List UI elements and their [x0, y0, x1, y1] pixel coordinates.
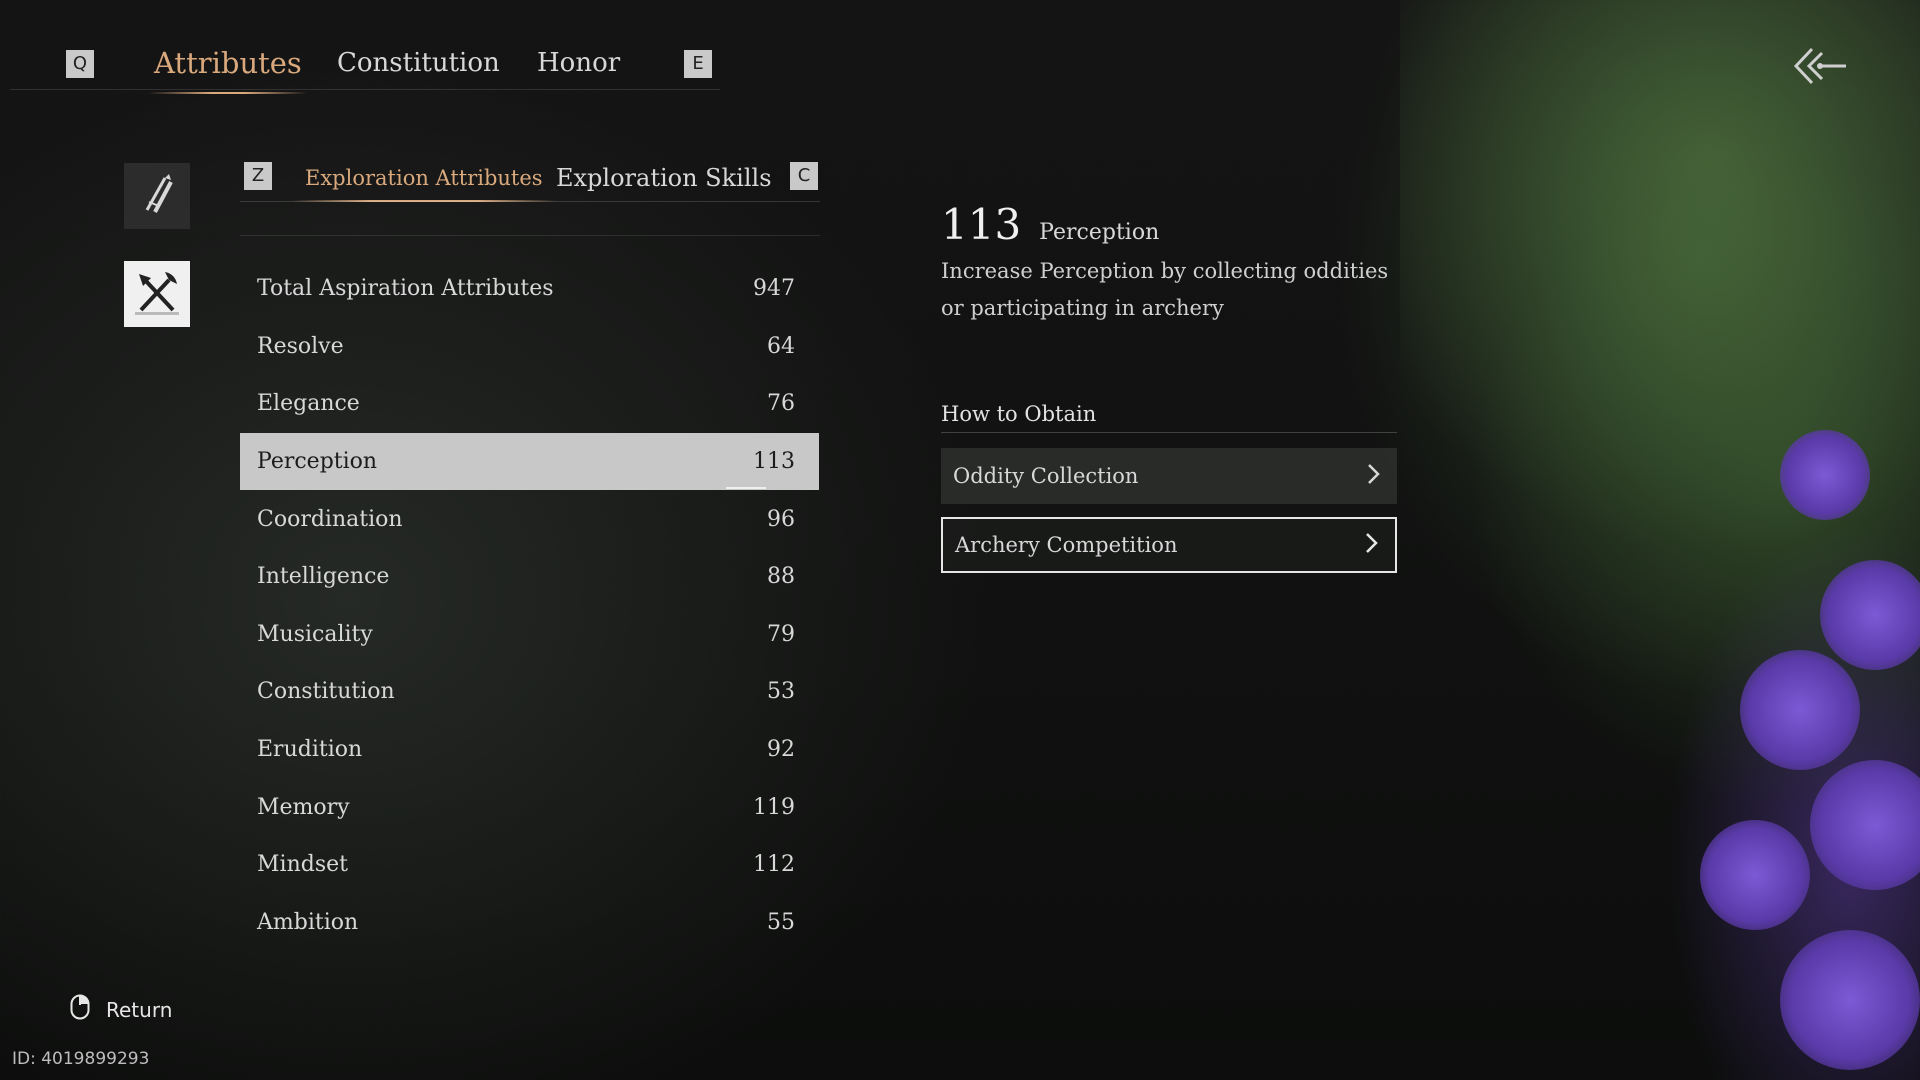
detail-value: 113	[941, 200, 1022, 249]
attribute-name: Coordination	[257, 506, 403, 532]
obtain-oddity-collection-button[interactable]: Oddity Collection	[941, 448, 1397, 504]
attribute-name: Ambition	[257, 909, 359, 935]
tab-exploration-attributes[interactable]: Exploration Attributes	[291, 166, 557, 202]
attribute-row-coordination[interactable]: Coordination 96	[240, 490, 819, 548]
attribute-row-total[interactable]: Total Aspiration Attributes 947	[240, 260, 819, 318]
attribute-name: Resolve	[257, 333, 344, 359]
detail-description: Increase Perception by collecting odditi…	[941, 259, 1389, 320]
attribute-list: Total Aspiration Attributes 947 Resolve …	[240, 260, 819, 951]
return-label: Return	[106, 997, 173, 1022]
back-arrow-icon[interactable]	[1790, 45, 1850, 87]
attribute-value: 92	[767, 737, 795, 763]
key-hint-z: Z	[244, 162, 272, 190]
list-divider	[240, 235, 820, 236]
attribute-row-constitution[interactable]: Constitution 53	[240, 663, 819, 721]
attribute-value: 79	[767, 621, 795, 647]
pen-sword-icon	[135, 172, 179, 220]
attribute-value: 947	[753, 276, 795, 302]
obtain-item-label: Archery Competition	[955, 533, 1178, 557]
category-combat[interactable]	[124, 163, 190, 229]
how-to-obtain-title: How to Obtain	[941, 402, 1097, 426]
attribute-name: Memory	[257, 794, 350, 820]
obtain-archery-competition-button[interactable]: Archery Competition	[941, 517, 1397, 573]
attribute-name: Total Aspiration Attributes	[257, 276, 554, 302]
detail-name: Perception	[1039, 220, 1160, 245]
attribute-value: 112	[753, 852, 795, 878]
key-hint-c: C	[790, 162, 818, 190]
return-hint[interactable]: Return	[70, 994, 172, 1025]
obtain-item-label: Oddity Collection	[953, 464, 1139, 488]
attribute-value: 88	[767, 564, 795, 590]
attribute-row-musicality[interactable]: Musicality 79	[240, 606, 819, 664]
top-tab-divider	[10, 89, 720, 90]
player-uid: ID: 4019899293	[12, 1049, 150, 1069]
attribute-row-perception[interactable]: Perception 113	[240, 432, 819, 491]
attribute-name: Constitution	[257, 679, 395, 705]
attribute-row-elegance[interactable]: Elegance 76	[240, 375, 819, 433]
attribute-name: Perception	[257, 449, 378, 475]
attribute-value: 119	[753, 794, 795, 820]
chevron-right-icon	[1367, 463, 1381, 490]
attribute-value: 64	[767, 333, 795, 359]
category-exploration[interactable]	[124, 261, 190, 327]
attribute-value: 55	[767, 909, 795, 935]
attribute-row-resolve[interactable]: Resolve 64	[240, 318, 819, 376]
attribute-name: Mindset	[257, 852, 348, 878]
tab-exploration-skills[interactable]: Exploration Skills	[556, 164, 772, 192]
tab-honor[interactable]: Honor	[537, 48, 620, 78]
attribute-row-erudition[interactable]: Erudition 92	[240, 721, 819, 779]
attribute-name: Musicality	[257, 621, 373, 647]
attribute-row-memory[interactable]: Memory 119	[240, 778, 819, 836]
attribute-value: 113	[753, 449, 795, 475]
chevron-right-icon	[1365, 532, 1379, 559]
mouse-icon	[70, 994, 90, 1025]
tab-attributes[interactable]: Attributes	[148, 46, 308, 94]
shovel-pickaxe-icon	[131, 266, 183, 322]
attribute-name: Erudition	[257, 737, 363, 763]
key-hint-q: Q	[66, 50, 94, 78]
background-foliage	[1400, 0, 1920, 1080]
attribute-value: 96	[767, 506, 795, 532]
attribute-name: Intelligence	[257, 564, 390, 590]
attribute-row-ambition[interactable]: Ambition 55	[240, 894, 819, 952]
sub-tab-divider	[240, 201, 820, 202]
attribute-value: 53	[767, 679, 795, 705]
sub-tab-bar: Z Exploration Attributes Exploration Ski…	[240, 158, 820, 202]
attribute-name: Elegance	[257, 391, 360, 417]
attribute-detail-panel: 113 Perception Increase Perception by co…	[941, 200, 1401, 327]
attribute-row-mindset[interactable]: Mindset 112	[240, 836, 819, 894]
attribute-row-intelligence[interactable]: Intelligence 88	[240, 548, 819, 606]
top-tab-bar: Q Attributes Constitution Honor E	[0, 38, 720, 94]
how-to-obtain-divider	[941, 432, 1397, 433]
tab-constitution[interactable]: Constitution	[337, 48, 500, 78]
attribute-value: 76	[767, 391, 795, 417]
key-hint-e: E	[684, 50, 712, 78]
